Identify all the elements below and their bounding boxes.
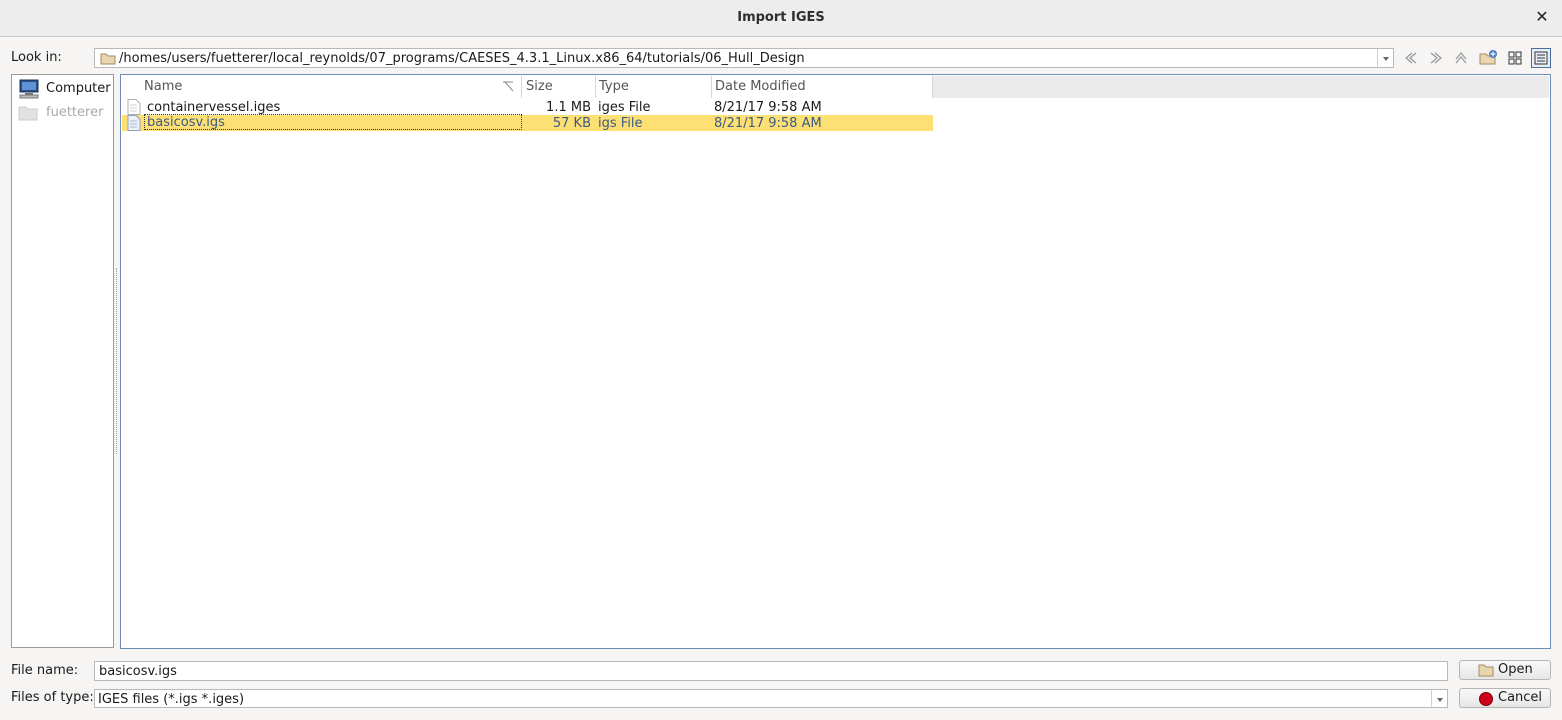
- folder-icon: [100, 53, 116, 65]
- files-of-type-combo[interactable]: IGES files (*.igs *.iges): [94, 689, 1448, 708]
- column-header-size[interactable]: Size: [522, 76, 596, 98]
- chevron-down-icon[interactable]: [1431, 690, 1447, 707]
- open-button[interactable]: Open: [1459, 660, 1551, 680]
- cancel-button[interactable]: Cancel: [1459, 688, 1551, 708]
- list-view-icon[interactable]: [1505, 48, 1525, 68]
- cancel-icon: [1479, 692, 1493, 706]
- detail-view-icon[interactable]: [1531, 48, 1551, 68]
- title-bar: Import IGES ✕: [0, 0, 1562, 37]
- file-type-cell: iges File: [598, 100, 651, 115]
- new-folder-icon[interactable]: [1478, 48, 1498, 68]
- file-size-cell: 57 KB: [552, 116, 591, 131]
- file-date-cell: 8/21/17 9:58 AM: [714, 100, 822, 115]
- file-icon: [127, 115, 141, 131]
- column-header-name[interactable]: Name: [122, 76, 522, 98]
- table-row[interactable]: basicosv.igs 57 KB igs File 8/21/17 9:58…: [122, 114, 933, 131]
- chevron-down-icon[interactable]: [1377, 49, 1393, 67]
- column-header-type[interactable]: Type: [596, 76, 712, 98]
- back-icon[interactable]: [1401, 48, 1421, 68]
- forward-icon[interactable]: [1426, 48, 1446, 68]
- sidebar-item-label: fuetterer: [46, 105, 104, 120]
- file-list-header: Name Size Type Date Modified: [122, 76, 1549, 98]
- files-of-type-label: Files of type:: [11, 690, 94, 705]
- file-name-cell: basicosv.igs: [144, 114, 522, 130]
- file-name-cell: containervessel.iges: [147, 100, 281, 115]
- sort-indicator-icon: [503, 81, 514, 92]
- file-name-label: File name:: [11, 663, 79, 678]
- close-icon[interactable]: ✕: [1534, 8, 1550, 26]
- sidebar-item-fuetterer[interactable]: fuetterer: [18, 101, 113, 123]
- files-of-type-value: IGES files (*.igs *.iges): [98, 692, 245, 707]
- folder-icon: [18, 106, 38, 121]
- sidebar[interactable]: Computer fuetterer: [11, 74, 114, 648]
- table-row[interactable]: containervessel.iges 1.1 MB iges File 8/…: [122, 99, 933, 115]
- open-button-label: Open: [1498, 662, 1533, 677]
- sidebar-item-label: Computer: [46, 81, 111, 96]
- file-size-cell: 1.1 MB: [546, 100, 591, 115]
- file-name-field[interactable]: basicosv.igs: [94, 661, 1448, 681]
- folder-open-icon: [1478, 664, 1494, 677]
- cancel-button-label: Cancel: [1498, 690, 1543, 705]
- column-header-date-modified[interactable]: Date Modified: [712, 76, 933, 98]
- splitter-handle[interactable]: [116, 268, 119, 454]
- file-type-cell: igs File: [598, 116, 643, 131]
- file-date-cell: 8/21/17 9:58 AM: [714, 116, 822, 131]
- file-list[interactable]: Name Size Type Date Modified containerve…: [120, 74, 1551, 649]
- window-title: Import IGES: [737, 10, 825, 25]
- parent-directory-icon[interactable]: [1451, 48, 1471, 68]
- sidebar-item-computer[interactable]: Computer: [18, 77, 113, 99]
- computer-icon: [19, 79, 39, 99]
- file-name-value: basicosv.igs: [99, 664, 177, 679]
- look-in-combo[interactable]: /homes/users/fuetterer/local_reynolds/07…: [94, 48, 1394, 68]
- look-in-path: /homes/users/fuetterer/local_reynolds/07…: [119, 51, 805, 66]
- look-in-label: Look in:: [11, 50, 62, 65]
- file-icon: [127, 99, 141, 115]
